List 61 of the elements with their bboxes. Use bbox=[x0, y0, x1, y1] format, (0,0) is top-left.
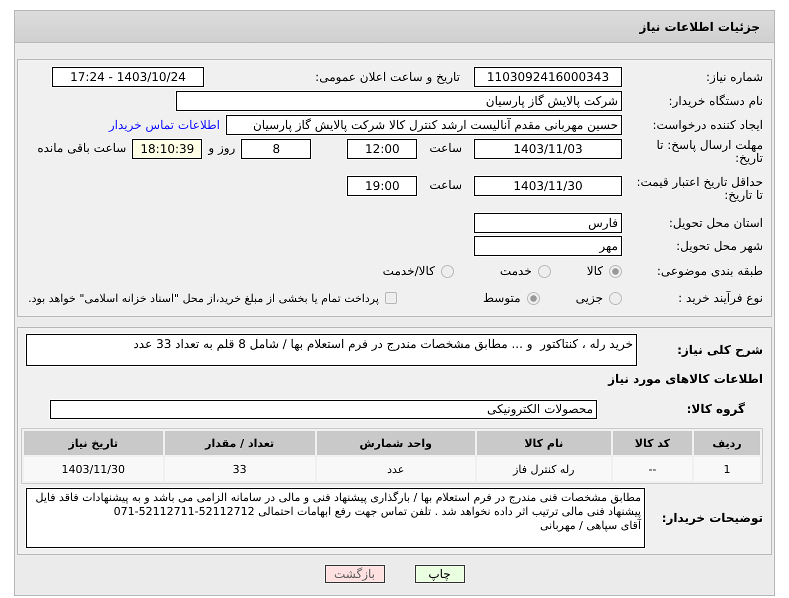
deadline-time-field: 12:00 bbox=[347, 139, 418, 159]
field-label: ایجاد کننده درخواست: bbox=[651, 118, 763, 132]
column-header: واحد شمارش bbox=[316, 431, 475, 455]
field-label: توضیحات خریدار: bbox=[660, 512, 763, 524]
announce-date-field: 1403/10/24 - 17:24 bbox=[52, 67, 204, 87]
table-cell: -- bbox=[612, 457, 692, 481]
summary-field: خرید رله ، کنتاکتور و ... مطابق مشخصات مندرج در فرم استعلام بها / شامل 8 قلم به تعداد 33 عدد bbox=[26, 334, 637, 366]
back-button[interactable]: بازگشت bbox=[324, 565, 384, 583]
column-header: تاریخ نیاز bbox=[24, 431, 163, 455]
field-label: شهر محل تحویل: bbox=[675, 240, 763, 252]
need-number-field: 1103092416000343 bbox=[474, 67, 622, 87]
radio-button[interactable] bbox=[538, 264, 551, 278]
page-header: جزئیات اطلاعات نیاز bbox=[15, 11, 774, 43]
column-header: کد کالا bbox=[612, 431, 692, 455]
days-field: 8 bbox=[241, 139, 312, 159]
field-label: تاریخ و ساعت اعلان عمومی: bbox=[314, 70, 460, 84]
days-label: روز و bbox=[208, 141, 236, 155]
field-label: طبقه بندی موضوعی: bbox=[656, 264, 763, 278]
field-label: مهلت ارسال پاسخ: تا تاریخ: bbox=[655, 139, 763, 165]
field-label: شرح کلی نیاز: bbox=[676, 344, 763, 357]
deadline-date-field: 1403/11/03 bbox=[474, 139, 622, 159]
buyer-name-field: شرکت پالایش گاز پارسیان bbox=[176, 91, 622, 111]
radio-button[interactable] bbox=[609, 264, 622, 278]
column-header: ردیف bbox=[694, 431, 760, 455]
province-field: فارس bbox=[474, 213, 622, 233]
time-label: ساعت bbox=[429, 178, 462, 192]
option-label: کالا bbox=[586, 264, 603, 278]
requester-field: حسین مهربانی مقدم آنالیست ارشد کنترل کالا شرکت پالایش گاز پارسیان bbox=[226, 115, 622, 135]
option-label: متوسط bbox=[482, 291, 521, 305]
radio-button[interactable] bbox=[609, 292, 622, 304]
checkbox[interactable] bbox=[384, 292, 397, 304]
radio-button[interactable] bbox=[526, 292, 540, 304]
field-label: گروه کالا: bbox=[686, 402, 746, 416]
column-header: تعداد / مقدار bbox=[164, 431, 315, 455]
option-label: کالا/خدمت bbox=[382, 264, 435, 278]
table-cell: عدد bbox=[316, 457, 475, 481]
section-title: اطلاعات کالاهای مورد نیاز bbox=[606, 372, 763, 386]
option-label: خدمت bbox=[500, 264, 532, 278]
column-header: نام کالا bbox=[476, 431, 611, 455]
table-cell: 33 bbox=[164, 457, 315, 481]
option-label: جزیی bbox=[576, 291, 603, 305]
field-label: نام دستگاه خریدار: bbox=[668, 94, 763, 108]
field-label: نوع فرآیند خرید : bbox=[677, 292, 763, 304]
buyer-contact-link[interactable]: اطلاعات تماس خریدار bbox=[108, 118, 220, 132]
field-label: حداقل تاریخ اعتبار قیمت: تا تاریخ: bbox=[635, 176, 763, 202]
radio-button[interactable] bbox=[440, 264, 454, 278]
city-field: مهر bbox=[474, 236, 622, 256]
goods-group-field: محصولات الکترونیکی bbox=[50, 400, 597, 418]
field-label: شماره نیاز: bbox=[705, 70, 763, 84]
buyer-notes-field: مطابق مشخصات فنی مندرج در فرم استعلام بها / بارگذاری پیشنهاد فنی و مالی در سامانه الزامی می باشد و به پیشنهادات فاقد فایل پیشنهاد فنی مالی ترتیب اثر داده نخواهد شد . تلفن تماس جهت رفع ابهامات احتمالی 52112712-52112711-071 آقای سپاهی / مهربانی bbox=[26, 488, 645, 548]
table-cell: 1 bbox=[694, 457, 760, 481]
table-cell: 1403/11/30 bbox=[24, 457, 163, 481]
validity-time-field: 19:00 bbox=[347, 176, 418, 196]
field-label: استان محل تحویل: bbox=[668, 216, 763, 230]
print-button[interactable]: چاپ bbox=[414, 565, 464, 583]
remaining-label: ساعت باقی مانده bbox=[37, 141, 126, 155]
time-label: ساعت bbox=[429, 141, 462, 155]
remaining-time-field: 18:10:39 bbox=[132, 139, 202, 159]
validity-date-field: 1403/11/30 bbox=[474, 176, 622, 196]
table-cell: رله کنترل فاز bbox=[476, 457, 611, 481]
checkbox-label: پرداخت تمام یا بخشی از مبلغ خرید،از محل "اسناد خزانه اسلامی" خواهد بود. bbox=[28, 292, 379, 304]
